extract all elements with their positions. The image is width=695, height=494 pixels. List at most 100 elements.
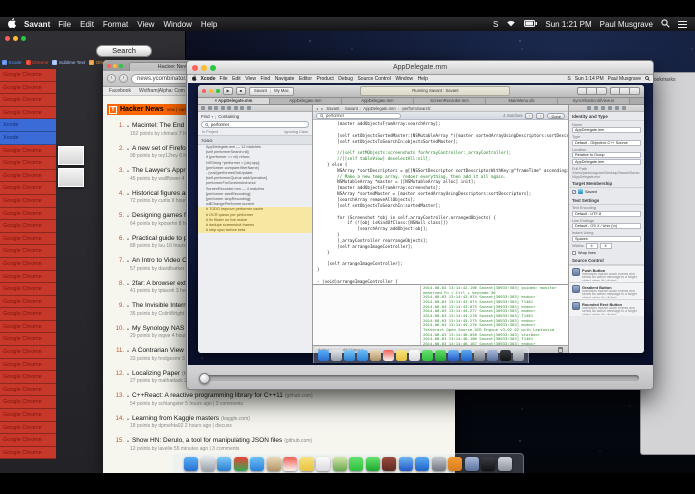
- inner-dock-icon-mail[interactable]: [357, 350, 368, 361]
- debug-navigator-icon[interactable]: [233, 106, 238, 110]
- indent-width-stepper[interactable]: 4: [599, 242, 612, 249]
- browser-close-button[interactable]: [107, 63, 111, 68]
- debug-area-toggle-button[interactable]: [619, 87, 630, 95]
- upvote-arrow-icon[interactable]: ▲: [126, 213, 130, 218]
- filter-chrome[interactable]: ✓ Chrome: [25, 60, 48, 65]
- xcode-minimize-button[interactable]: [209, 89, 213, 93]
- dock-icon-safari[interactable]: [217, 456, 232, 471]
- upvote-arrow-icon[interactable]: ▲: [126, 326, 130, 331]
- filter-xcode[interactable]: ✓ Xcode: [2, 60, 22, 65]
- inner-dock-icon-calendar[interactable]: [383, 350, 394, 361]
- file-inspector-icon[interactable]: [587, 106, 591, 110]
- dock-icon-facetime[interactable]: [365, 456, 380, 471]
- activity-row-chrome[interactable]: Google Chrome: [0, 232, 56, 246]
- test-navigator-icon[interactable]: [227, 106, 231, 110]
- activity-row-chrome[interactable]: Google Chrome: [0, 69, 56, 82]
- viewer-close-button[interactable]: [192, 64, 198, 71]
- activity-row-chrome[interactable]: Google Chrome: [0, 257, 56, 271]
- text-encoding-select[interactable]: Default - UTF-8: [572, 210, 641, 217]
- browser-zoom-button[interactable]: [119, 63, 123, 68]
- inner-dock-icon-terminal[interactable]: [500, 350, 511, 361]
- activity-row-chrome[interactable]: Google Chrome: [0, 421, 56, 435]
- inner-menu-help[interactable]: Help: [418, 76, 428, 82]
- standard-editor-button[interactable]: [576, 87, 587, 95]
- log-navigator-icon[interactable]: [246, 106, 251, 110]
- activity-row-chrome[interactable]: Google Chrome: [0, 346, 56, 359]
- inner-dock-icon-trash[interactable]: [513, 350, 524, 361]
- menu-help[interactable]: Help: [201, 20, 217, 29]
- filter-checkbox-xcode[interactable]: ✓: [2, 60, 7, 65]
- find-qualifier-select[interactable]: Containing: [218, 114, 239, 119]
- activity-row-xcode[interactable]: Xcode: [0, 119, 56, 132]
- menu-edit[interactable]: Edit: [80, 20, 94, 29]
- dock-icon-launchpad[interactable]: [200, 456, 215, 471]
- forward-button[interactable]: ›: [119, 74, 128, 83]
- filter-checkbox-chrome[interactable]: ✓: [25, 60, 31, 65]
- activity-row-chrome[interactable]: Google Chrome: [0, 94, 56, 107]
- inner-dock-icon-facetime[interactable]: [435, 350, 446, 361]
- xcode-tab[interactable]: AppDelegate.mm: [270, 98, 342, 104]
- menu-window[interactable]: Window: [163, 20, 191, 29]
- find-scope[interactable]: In Project: [202, 130, 218, 134]
- location-select[interactable]: Relative to Group: [572, 152, 641, 158]
- file-name-field[interactable]: AppDelegate.mm: [572, 158, 641, 165]
- type-select[interactable]: Default - Objective-C++ Source: [572, 139, 641, 146]
- dock-icon-calendar[interactable]: [283, 456, 298, 471]
- jump-bar-item[interactable]: -performSearch:: [401, 106, 431, 111]
- dock-icon-itunes[interactable]: [398, 456, 413, 471]
- upvote-arrow-icon[interactable]: ▲: [126, 348, 130, 353]
- dock-icon-messages[interactable]: [349, 456, 364, 471]
- stop-button[interactable]: ■: [236, 87, 246, 95]
- dock-icon-system-preferences[interactable]: [431, 456, 446, 471]
- find-case-option[interactable]: Ignoring Case: [284, 130, 308, 134]
- apple-menu-icon[interactable]: [8, 18, 16, 30]
- dock-icon-xcode[interactable]: [464, 456, 479, 471]
- find-result-row-highlighted[interactable]: # ship sync before beta: [198, 228, 312, 234]
- find-mode-select[interactable]: Find: [201, 114, 210, 119]
- find-field[interactable]: performer: [316, 112, 401, 119]
- activity-row-chrome[interactable]: Google Chrome: [0, 434, 56, 447]
- viewer-minimize-button[interactable]: [201, 64, 207, 71]
- dock-icon-app-store[interactable]: [415, 456, 430, 471]
- xcode-tab[interactable]: ScreenRecorder.mm: [414, 98, 486, 104]
- filter-checkbox-sublime-text[interactable]: ✓: [52, 60, 58, 65]
- upvote-arrow-icon[interactable]: ▲: [126, 416, 130, 421]
- utilities-toggle-button[interactable]: [629, 87, 640, 95]
- assistant-editor-button[interactable]: [586, 87, 597, 95]
- target-checkbox[interactable]: ✓: [572, 189, 576, 194]
- activity-row-chrome[interactable]: Google Chrome: [0, 182, 56, 195]
- spotlight-icon[interactable]: [661, 18, 670, 30]
- inner-dock-icon-launchpad[interactable]: [331, 350, 342, 361]
- dock-icon-sublime-text[interactable]: [448, 456, 463, 471]
- quick-help-icon[interactable]: [594, 106, 598, 110]
- inner-menu-product[interactable]: Product: [316, 76, 333, 82]
- xcode-tab[interactable]: AppDelegate.mm: [342, 98, 414, 104]
- xcode-close-button[interactable]: [202, 89, 206, 93]
- activity-row-chrome[interactable]: Google Chrome: [0, 169, 56, 183]
- inner-menu-navigate[interactable]: Navigate: [275, 76, 295, 82]
- site-title[interactable]: Hacker News: [120, 106, 164, 113]
- inner-dock-icon-itunes[interactable]: [448, 350, 459, 361]
- inner-dock-icon-notes[interactable]: [396, 350, 407, 361]
- inner-dock-icon-app-store[interactable]: [461, 350, 472, 361]
- activity-row-chrome[interactable]: Google Chrome: [0, 220, 56, 233]
- upvote-arrow-icon[interactable]: ▲: [126, 168, 130, 173]
- menu-view[interactable]: View: [137, 20, 154, 29]
- activity-row-chrome[interactable]: Google Chrome: [0, 308, 56, 321]
- inner-dock-icon-system-preferences[interactable]: [474, 350, 485, 361]
- xcode-tab[interactable]: SyncShotScrollView.m: [558, 98, 630, 104]
- find-search-field[interactable]: performer: [201, 121, 309, 128]
- find-previous-button[interactable]: ‹: [525, 112, 534, 119]
- hn-logo[interactable]: Y: [109, 105, 117, 114]
- issue-navigator-icon[interactable]: [220, 106, 225, 110]
- activity-row-xcode[interactable]: Xcode: [0, 131, 56, 145]
- story-title[interactable]: Learning from Kaggle masters: [132, 415, 219, 422]
- scheme-selector[interactable]: Savant | My Mac: [249, 86, 294, 96]
- battery-icon[interactable]: [524, 19, 538, 29]
- inner-menu-find[interactable]: Find: [260, 76, 270, 82]
- xcode-tab[interactable]: × AppDelegate.mm: [198, 98, 270, 104]
- viewer-title-bar[interactable]: AppDelegate.mm: [187, 61, 653, 75]
- activity-row-chrome[interactable]: Google Chrome: [0, 446, 56, 460]
- bookmark-item[interactable]: Wolfram|Alpha: Com: [139, 88, 185, 94]
- identity-inspector-icon[interactable]: [601, 106, 605, 110]
